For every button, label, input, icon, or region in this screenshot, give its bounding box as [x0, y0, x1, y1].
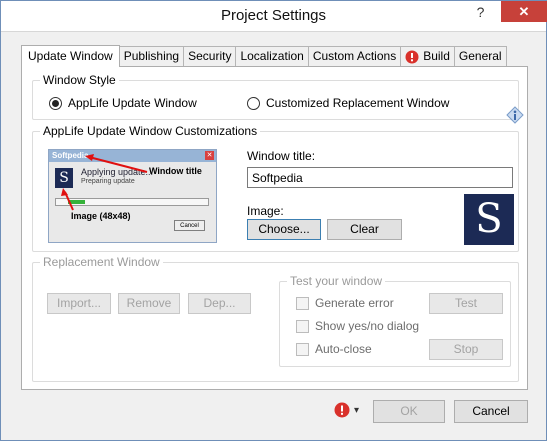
- tab-label: General: [458, 49, 502, 63]
- info-icon[interactable]: [506, 106, 524, 124]
- cancel-button[interactable]: Cancel: [454, 400, 528, 423]
- remove-button[interactable]: Remove: [118, 293, 180, 314]
- checkbox-box: [296, 296, 309, 310]
- checkbox-label: Generate error: [315, 296, 394, 310]
- import-button[interactable]: Import...: [47, 293, 111, 314]
- ok-button[interactable]: OK: [373, 400, 445, 423]
- window-title: Project Settings: [220, 7, 327, 24]
- tab-label: Localization: [240, 49, 304, 63]
- tab-panel-update-window: Window Style AppLife Update Window Custo…: [21, 66, 528, 390]
- clear-image-button[interactable]: Clear: [327, 219, 402, 240]
- generate-error-checkbox[interactable]: Generate error: [296, 296, 394, 310]
- window-style-legend: Window Style: [40, 73, 119, 87]
- tab-label: Security: [188, 49, 232, 63]
- radio-indicator: [247, 96, 260, 110]
- customizations-legend: AppLife Update Window Customizations: [40, 124, 261, 138]
- tab-update-window[interactable]: Update Window: [21, 45, 120, 67]
- tab-label: Update Window: [28, 49, 113, 63]
- tab-custom-actions[interactable]: Custom Actions: [307, 46, 402, 66]
- choose-image-button[interactable]: Choose...: [247, 219, 321, 240]
- radio-applife-update-window[interactable]: AppLife Update Window: [49, 96, 197, 110]
- title-bar: Project Settings ? ✕: [1, 1, 547, 32]
- error-icon: [405, 50, 419, 63]
- radio-indicator: [49, 96, 62, 110]
- update-window-preview: Softpedia ✕ S Applying update... Prepari…: [48, 149, 217, 243]
- radio-customized-replacement-window[interactable]: Customized Replacement Window: [247, 96, 449, 110]
- checkbox-box: [296, 319, 309, 333]
- test-window-legend: Test your window: [287, 274, 386, 288]
- radio-label: Customized Replacement Window: [266, 96, 450, 110]
- tab-publishing[interactable]: Publishing: [118, 46, 185, 66]
- stop-button[interactable]: Stop: [429, 339, 503, 360]
- window-image-logo: S: [464, 194, 514, 245]
- radio-label: AppLife Update Window: [68, 96, 197, 110]
- show-yes-no-dialog-checkbox[interactable]: Show yes/no dialog: [296, 319, 419, 333]
- tab-label: Custom Actions: [312, 49, 397, 63]
- chevron-down-icon: ▾: [354, 404, 360, 416]
- image-label: Image:: [247, 204, 284, 218]
- project-settings-window: Project Settings ? ✕ Update Window Publi…: [0, 0, 547, 441]
- annotation-arrows: [61, 154, 148, 211]
- error-icon: [334, 402, 350, 418]
- auto-close-checkbox[interactable]: Auto-close: [296, 342, 372, 356]
- close-button[interactable]: ✕: [501, 1, 547, 22]
- dependencies-button[interactable]: Dep...: [188, 293, 251, 314]
- window-style-group: Window Style AppLife Update Window Custo…: [32, 73, 524, 124]
- error-dropdown[interactable]: ▾: [334, 402, 359, 418]
- window-title-label: Window title:: [247, 149, 316, 163]
- tab-label: Publishing: [123, 49, 180, 63]
- tab-label: Build: [423, 49, 450, 63]
- replacement-window-legend: Replacement Window: [40, 255, 163, 269]
- tab-general[interactable]: General: [453, 46, 507, 66]
- tab-build[interactable]: Build: [400, 46, 455, 66]
- checkbox-box: [296, 342, 309, 356]
- tab-security[interactable]: Security: [183, 46, 237, 66]
- window-title-input[interactable]: [247, 167, 513, 188]
- test-button[interactable]: Test: [429, 293, 503, 314]
- help-button[interactable]: ?: [468, 1, 493, 23]
- checkbox-label: Show yes/no dialog: [315, 319, 420, 333]
- tab-strip: Update Window Publishing Security Locali…: [21, 45, 507, 67]
- tab-localization[interactable]: Localization: [235, 46, 309, 66]
- checkbox-label: Auto-close: [315, 342, 372, 356]
